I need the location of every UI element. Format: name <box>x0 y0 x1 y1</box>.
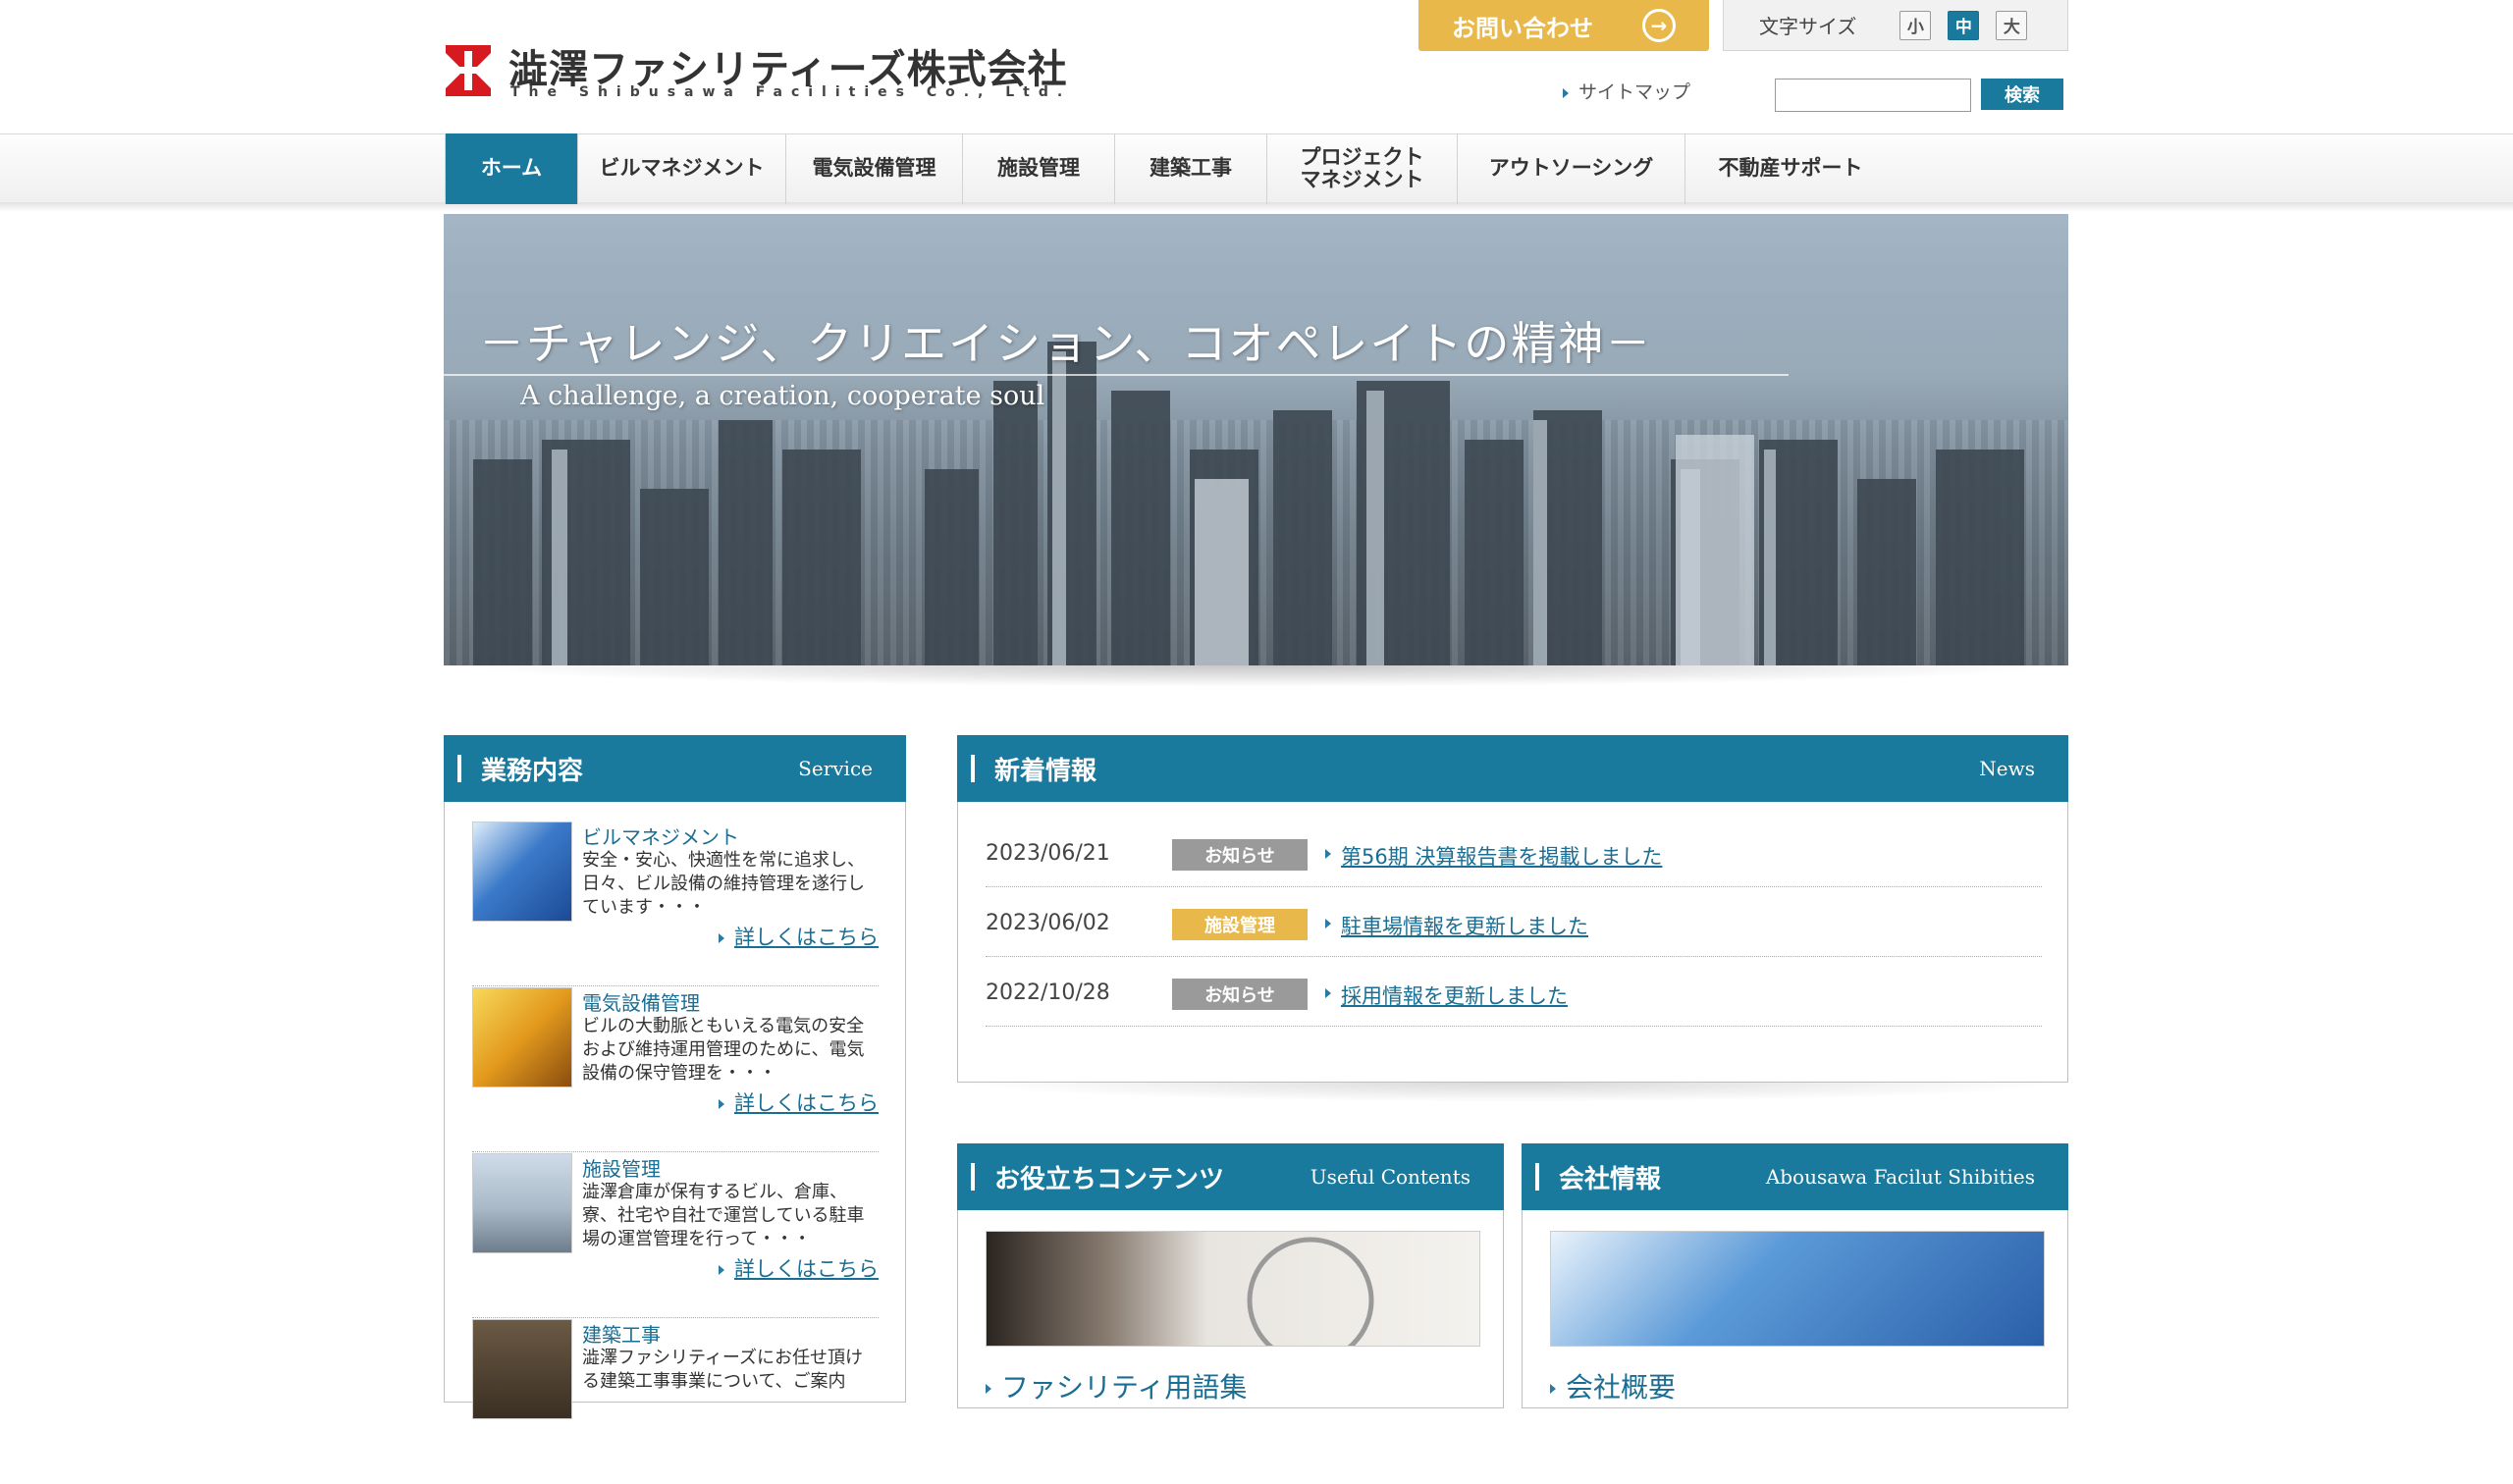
glossary-link-label: ファシリティ用語集 <box>1001 1371 1248 1404</box>
useful-contents-panel-title-en: Useful Contents <box>1310 1165 1470 1189</box>
news-panel: 新着情報 News 2023/06/21 お知らせ 第56期 決算報告書を掲載し… <box>957 735 2068 1083</box>
company-overview-thumbnail[interactable] <box>1550 1231 2045 1347</box>
company-overview-link[interactable]: 会社概要 <box>1550 1366 1676 1405</box>
font-size-switcher: 文字サイズ 小 中 大 <box>1723 0 2068 51</box>
facility-management-thumbnail[interactable] <box>472 1153 572 1253</box>
news-panel-title: 新着情報 <box>971 751 1096 787</box>
service-item-name[interactable]: 電気設備管理 <box>582 987 700 1016</box>
service-panel: 業務内容 Service ビルマネジメント 安全・安心、快適性を常に追求し、日々… <box>444 735 906 1419</box>
hero-banner: －チャレンジ、クリエイション、コオペレイトの精神－ A challenge, a… <box>444 214 2068 665</box>
magnifier-icon <box>1247 1237 1374 1346</box>
nav-item-outsourcing[interactable]: アウトソーシング <box>1458 133 1685 204</box>
news-row: 2023/06/21 お知らせ 第56期 決算報告書を掲載しました <box>986 818 2042 887</box>
service-item-desc: 澁澤倉庫が保有するビル、倉庫、寮、社宅や自社で運営している駐車場の運営管理を行っ… <box>582 1182 865 1249</box>
triangle-right-icon <box>1325 919 1331 928</box>
company-name-english: The Shibusawa Facilities Co., Ltd. <box>510 84 1072 100</box>
service-item: 電気設備管理 ビルの大動脈ともいえる電気の安全および維持運用管理のために、電気設… <box>472 987 879 1152</box>
service-item-more-link[interactable]: 詳しくはこちら <box>719 1253 879 1283</box>
useful-contents-panel-title: お役立ちコンテンツ <box>971 1159 1224 1195</box>
sitemap-link[interactable]: サイトマップ <box>1563 78 1690 104</box>
news-title-link[interactable]: 第56期 決算報告書を掲載しました <box>1341 841 1662 871</box>
contact-button-label: お問い合わせ <box>1452 14 1593 42</box>
news-title-link[interactable]: 駐車場情報を更新しました <box>1341 911 1588 940</box>
service-item-name[interactable]: ビルマネジメント <box>582 822 739 850</box>
company-info-panel-title: 会社情報 <box>1535 1159 1661 1195</box>
more-link-label: 詳しくはこちら <box>734 1257 879 1281</box>
triangle-right-icon <box>1563 87 1569 98</box>
construction-thumbnail[interactable] <box>472 1319 572 1419</box>
service-panel-title-en: Service <box>798 757 873 780</box>
service-item: 建築工事 澁澤ファシリティーズにお任せ頂ける建築工事事業について、ご案内 <box>472 1319 879 1484</box>
news-row: 2023/06/02 施設管理 駐車場情報を更新しました <box>986 887 2042 957</box>
more-link-label: 詳しくはこちら <box>734 926 879 949</box>
triangle-right-icon <box>1325 849 1331 859</box>
service-panel-header: 業務内容 Service <box>444 735 906 802</box>
news-tag-badge: お知らせ <box>1172 979 1308 1010</box>
global-nav: ホーム ビルマネジメント 電気設備管理 施設管理 建築工事 プロジェクト マネジ… <box>445 133 1896 204</box>
news-date: 2023/06/21 <box>986 841 1110 866</box>
service-item-desc: 安全・安心、快適性を常に追求し、日々、ビル設備の維持管理を遂行しています・・・ <box>582 850 865 918</box>
nav-item-home[interactable]: ホーム <box>445 133 578 204</box>
news-title-link[interactable]: 採用情報を更新しました <box>1341 980 1568 1010</box>
news-row: 2022/10/28 お知らせ 採用情報を更新しました <box>986 957 2042 1027</box>
useful-contents-panel: お役立ちコンテンツ Useful Contents ファシリティ用語集 <box>957 1143 1504 1408</box>
city-skyline-illustration <box>473 342 2024 665</box>
nav-item-real-estate-support[interactable]: 不動産サポート <box>1685 133 1896 204</box>
font-size-small-button[interactable]: 小 <box>1899 10 1932 40</box>
triangle-right-icon <box>719 1099 724 1109</box>
service-item-name[interactable]: 建築工事 <box>582 1319 661 1348</box>
building-management-thumbnail[interactable] <box>472 822 572 922</box>
company-overview-link-label: 会社概要 <box>1566 1371 1677 1404</box>
service-item: ビルマネジメント 安全・安心、快適性を常に追求し、日々、ビル設備の維持管理を遂行… <box>472 822 879 986</box>
triangle-right-icon <box>1325 988 1331 998</box>
arrow-right-circle-icon: → <box>1642 9 1676 42</box>
service-item-desc: 澁澤ファシリティーズにお任せ頂ける建築工事事業について、ご案内 <box>582 1348 864 1392</box>
sitemap-link-label: サイトマップ <box>1578 81 1691 103</box>
more-link-label: 詳しくはこちら <box>734 1091 879 1115</box>
company-info-panel: 会社情報 Abousawa Facilut Shibities 会社概要 <box>1522 1143 2068 1408</box>
news-panel-shadow <box>957 1083 2068 1102</box>
service-item-desc: ビルの大動脈ともいえる電気の安全および維持運用管理のために、電気設備の保守管理を… <box>582 1016 865 1084</box>
nav-item-project-management[interactable]: プロジェクト マネジメント <box>1267 133 1458 204</box>
company-logo-icon[interactable] <box>444 43 493 98</box>
triangle-right-icon <box>986 1384 991 1394</box>
site-header: 澁澤ファシリティーズ株式会社 The Shibusawa Facilities … <box>0 0 2513 133</box>
hero-divider <box>444 374 1789 376</box>
useful-contents-panel-header: お役立ちコンテンツ Useful Contents <box>957 1143 1504 1210</box>
triangle-right-icon <box>1550 1384 1556 1394</box>
service-item-more-link[interactable]: 詳しくはこちら <box>719 1087 879 1117</box>
company-info-panel-title-en: Abousawa Facilut Shibities <box>1765 1165 2035 1189</box>
glossary-thumbnail[interactable] <box>986 1231 1480 1347</box>
font-size-label: 文字サイズ <box>1759 15 1857 38</box>
electrical-equipment-thumbnail[interactable] <box>472 987 572 1087</box>
news-date: 2022/10/28 <box>986 980 1110 1005</box>
hero-title: －チャレンジ、クリエイション、コオペレイトの精神－ <box>479 317 1653 370</box>
nav-item-building-management[interactable]: ビルマネジメント <box>578 133 786 204</box>
hero-subtitle: A challenge, a creation, cooperate soul <box>520 381 1045 411</box>
contact-button[interactable]: お問い合わせ → <box>1418 0 1709 51</box>
hero-shadow <box>444 665 2068 687</box>
news-tag-badge: 施設管理 <box>1172 909 1308 940</box>
font-size-medium-button[interactable]: 中 <box>1948 10 1980 40</box>
nav-item-electrical-equipment[interactable]: 電気設備管理 <box>786 133 963 204</box>
news-panel-header: 新着情報 News <box>957 735 2068 802</box>
triangle-right-icon <box>719 933 724 943</box>
search-input[interactable] <box>1775 79 1971 112</box>
font-size-large-button[interactable]: 大 <box>1996 10 2028 40</box>
service-panel-title: 業務内容 <box>457 751 583 787</box>
company-info-panel-header: 会社情報 Abousawa Facilut Shibities <box>1522 1143 2068 1210</box>
service-item-name[interactable]: 施設管理 <box>582 1153 661 1182</box>
news-panel-title-en: News <box>1979 757 2035 780</box>
search-button[interactable]: 検索 <box>1981 79 2063 110</box>
triangle-right-icon <box>719 1265 724 1275</box>
news-tag-badge: お知らせ <box>1172 839 1308 871</box>
glossary-link[interactable]: ファシリティ用語集 <box>986 1366 1247 1405</box>
service-item: 施設管理 澁澤倉庫が保有するビル、倉庫、寮、社宅や自社で運営している駐車場の運営… <box>472 1153 879 1318</box>
service-item-more-link[interactable]: 詳しくはこちら <box>719 922 879 951</box>
news-date: 2023/06/02 <box>986 911 1110 935</box>
nav-item-facility-management[interactable]: 施設管理 <box>963 133 1115 204</box>
nav-item-construction[interactable]: 建築工事 <box>1115 133 1267 204</box>
